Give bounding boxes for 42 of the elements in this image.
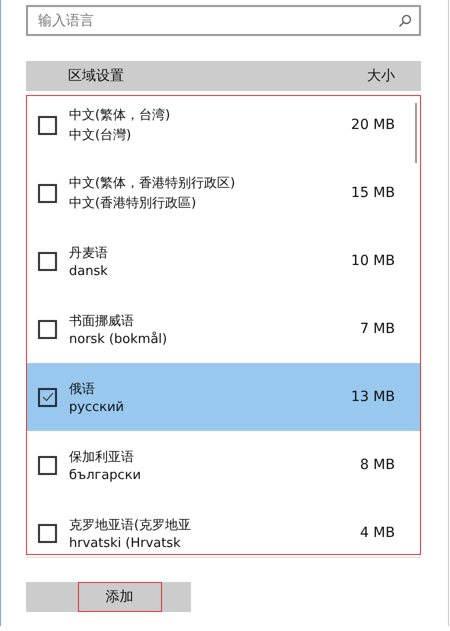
- checkmark-icon: [40, 390, 54, 404]
- add-button[interactable]: 添加: [78, 582, 162, 612]
- language-row[interactable]: 中文(繁体，香港特别行政区) 中文(香港特別行政區) 15 MB: [26, 159, 421, 227]
- checkbox[interactable]: [38, 116, 57, 134]
- language-row[interactable]: 中文(繁体，台湾) 中文(台灣) 20 MB: [26, 91, 421, 159]
- language-name: 书面挪威语: [69, 312, 134, 330]
- language-name: 保加利亚语: [69, 448, 134, 466]
- native-name: русский: [69, 400, 124, 414]
- native-name: dansk: [69, 264, 108, 278]
- language-row[interactable]: 俄语 русский 13 MB: [26, 363, 421, 431]
- checkbox[interactable]: [38, 456, 57, 474]
- size-label: 20 MB: [351, 117, 395, 133]
- language-name: 丹麦语: [69, 244, 108, 262]
- scrollbar-thumb[interactable]: [415, 103, 417, 163]
- checkbox[interactable]: [38, 252, 57, 270]
- checkbox[interactable]: [38, 388, 57, 406]
- size-label: 13 MB: [351, 389, 395, 405]
- checkbox[interactable]: [38, 524, 57, 542]
- language-name: 克罗地亚语(克罗地亚: [69, 516, 192, 534]
- native-name: 中文(台灣): [69, 127, 132, 144]
- checkbox[interactable]: [38, 320, 57, 338]
- language-row[interactable]: 书面挪威语 norsk (bokmål) 7 MB: [26, 295, 421, 363]
- native-name: 中文(香港特別行政區): [69, 195, 196, 212]
- language-row[interactable]: 丹麦语 dansk 10 MB: [26, 227, 421, 295]
- size-label: 7 MB: [360, 321, 395, 337]
- language-name: 中文(繁体，香港特别行政区): [69, 175, 236, 192]
- native-name: български: [69, 468, 142, 482]
- search-icon: [398, 14, 412, 28]
- size-label: 10 MB: [351, 253, 395, 269]
- language-row[interactable]: 保加利亚语 български 8 MB: [26, 431, 421, 499]
- native-name: hrvatski (Hrvatsk: [69, 536, 181, 550]
- size-label: 15 MB: [351, 185, 395, 201]
- native-name: norsk (bokmål): [69, 332, 168, 346]
- column-header[interactable]: 区域设置: [68, 67, 124, 85]
- language-name: 中文(繁体，台湾): [69, 107, 170, 124]
- language-row[interactable]: 克罗地亚语(克罗地亚 hrvatski (Hrvatsk 4 MB: [26, 499, 421, 557]
- size-label: 8 MB: [360, 457, 395, 473]
- language-name: 俄语: [69, 380, 95, 398]
- checkbox[interactable]: [38, 184, 57, 202]
- column-header[interactable]: 大小: [367, 67, 395, 85]
- search-field[interactable]: 输入语言: [26, 5, 421, 36]
- size-label: 4 MB: [360, 525, 395, 541]
